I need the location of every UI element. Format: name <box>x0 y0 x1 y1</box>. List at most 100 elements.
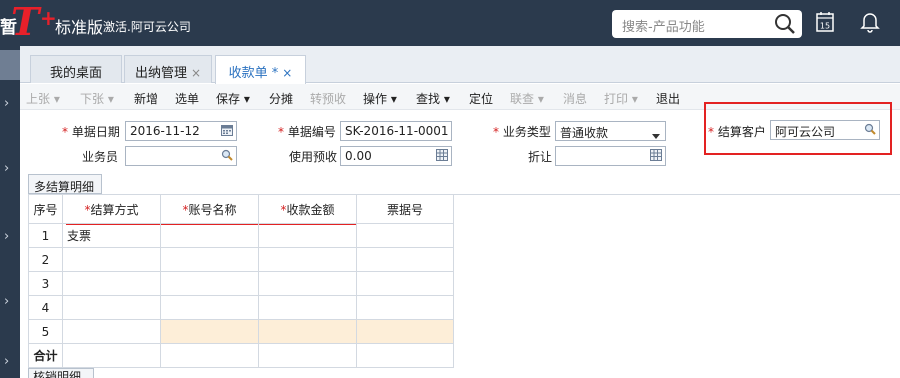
link-button[interactable]: 联查 ▾ <box>510 90 544 107</box>
account-name-cell[interactable] <box>160 223 259 248</box>
total-cell <box>258 343 357 368</box>
settlement-grid: 序号 *结算方式 *账号名称 *收款金额 票据号 1 支票 2 3 4 5 合计 <box>28 194 454 368</box>
table-row[interactable]: 2 <box>28 247 454 272</box>
bell-icon[interactable] <box>860 11 880 36</box>
account-name-cell[interactable] <box>160 295 259 320</box>
biztype-select[interactable]: 普通收款 <box>555 121 666 141</box>
prepay-label: 使用预收 <box>289 150 338 164</box>
bill-number-cell[interactable] <box>356 223 454 248</box>
settlement-method-cell[interactable] <box>62 295 161 320</box>
bill-number-cell[interactable] <box>356 295 454 320</box>
find-button[interactable]: 查找 ▾ <box>416 90 450 107</box>
tab-writeoff-detail[interactable]: 核销明细 <box>28 368 94 378</box>
row-number: 4 <box>28 295 63 320</box>
chevron-right-icon[interactable]: › <box>4 229 9 244</box>
search-input[interactable]: 搜索-产品功能 <box>622 16 705 35</box>
message-button[interactable]: 消息 <box>563 90 587 107</box>
amount-cell[interactable] <box>258 319 357 344</box>
account-name-cell[interactable] <box>160 319 259 344</box>
locate-button[interactable]: 定位 <box>469 90 493 107</box>
total-cell <box>356 343 454 368</box>
column-header: 序号 <box>28 194 63 224</box>
tab-label: 出纳管理 <box>134 66 187 81</box>
calendar-icon[interactable]: 15 <box>816 11 834 36</box>
row-number: 1 <box>28 223 63 248</box>
account-name-cell[interactable] <box>160 247 259 272</box>
salesman-label: 业务员 <box>82 150 119 164</box>
top-bar: 暂 T + 标准版 激活.阿可云公司 搜索-产品功能 15 <box>0 0 900 46</box>
salesman-field[interactable] <box>125 146 237 166</box>
grid-top-line <box>453 194 900 195</box>
biztype-label: * 业务类型 <box>493 125 551 139</box>
magnifier-icon[interactable] <box>221 149 233 164</box>
tab-multi-settlement[interactable]: 多结算明细 <box>28 174 102 194</box>
calendar-picker-icon[interactable] <box>221 124 233 139</box>
search-box[interactable]: 搜索-产品功能 <box>612 10 802 38</box>
tab-label: 核销明细 <box>33 370 82 378</box>
discount-label: 折让 <box>528 150 553 164</box>
total-cell <box>62 343 161 368</box>
tab-cashier-management[interactable]: 出纳管理 × <box>124 55 212 83</box>
prev-button[interactable]: 上张 ▾ <box>26 90 60 107</box>
table-row[interactable]: 1 支票 <box>28 223 454 248</box>
chevron-right-icon[interactable]: › <box>4 354 9 369</box>
close-icon[interactable]: × <box>282 66 292 80</box>
left-sidebar: › › › › › <box>0 46 20 378</box>
total-row: 合计 <box>28 343 454 368</box>
search-icon[interactable] <box>774 13 796 38</box>
table-row[interactable]: 3 <box>28 271 454 296</box>
customer-highlight-box <box>704 102 892 155</box>
exit-button[interactable]: 退出 <box>656 90 680 107</box>
close-icon[interactable]: × <box>191 66 201 80</box>
convert-prepay-button[interactable]: 转预收 <box>310 90 346 107</box>
bill-number-cell[interactable] <box>356 319 454 344</box>
column-header: *账号名称 <box>160 194 259 224</box>
next-button[interactable]: 下张 ▾ <box>80 90 114 107</box>
tab-label: 多结算明细 <box>34 180 95 194</box>
save-button[interactable]: 保存 ▾ <box>216 90 250 107</box>
number-field[interactable]: SK-2016-11-0001 <box>340 121 452 141</box>
pick-button[interactable]: 选单 <box>175 90 199 107</box>
add-button[interactable]: 新增 <box>134 90 158 107</box>
prepay-field[interactable]: 0.00 <box>340 146 452 166</box>
tab-bar: 我的桌面 出纳管理 × 收款单 * × <box>20 46 900 84</box>
chevron-right-icon[interactable]: › <box>4 294 9 309</box>
number-value: SK-2016-11-0001 <box>345 124 449 138</box>
date-label: * 单据日期 <box>62 125 120 139</box>
row-number: 2 <box>28 247 63 272</box>
split-button[interactable]: 分摊 <box>269 90 293 107</box>
settlement-method-cell[interactable] <box>62 247 161 272</box>
chevron-right-icon[interactable]: › <box>4 96 9 111</box>
settlement-method-cell[interactable] <box>62 319 161 344</box>
grid-picker-icon[interactable] <box>436 149 448 164</box>
chevron-down-icon[interactable] <box>652 128 660 142</box>
amount-cell[interactable] <box>258 295 357 320</box>
amount-cell[interactable] <box>258 223 357 248</box>
bill-number-cell[interactable] <box>356 247 454 272</box>
date-field[interactable]: 2016-11-12 <box>125 121 237 141</box>
row-number: 3 <box>28 271 63 296</box>
amount-cell[interactable] <box>258 247 357 272</box>
table-row[interactable]: 5 <box>28 319 454 344</box>
print-button[interactable]: 打印 ▾ <box>604 90 638 107</box>
amount-cell[interactable] <box>258 271 357 296</box>
tab-label: 我的桌面 <box>49 66 102 81</box>
discount-field[interactable] <box>555 146 666 166</box>
bill-number-cell[interactable] <box>356 271 454 296</box>
company-link[interactable]: 激活.阿可云公司 <box>103 18 191 35</box>
settlement-method-cell[interactable]: 支票 <box>62 223 161 248</box>
tab-label: 收款单 * <box>228 66 279 81</box>
edition-label: 标准版 <box>55 18 104 37</box>
sidebar-active-item[interactable] <box>0 50 20 80</box>
table-row[interactable]: 4 <box>28 295 454 320</box>
tab-receipt[interactable]: 收款单 * × <box>215 55 306 84</box>
account-name-cell[interactable] <box>160 271 259 296</box>
tab-my-desktop[interactable]: 我的桌面 <box>30 55 122 83</box>
chevron-right-icon[interactable]: › <box>4 161 9 176</box>
operate-button[interactable]: 操作 ▾ <box>363 90 397 107</box>
grid-header-row: 序号 *结算方式 *账号名称 *收款金额 票据号 <box>28 194 454 224</box>
date-value: 2016-11-12 <box>130 124 200 138</box>
settlement-method-cell[interactable] <box>62 271 161 296</box>
prepay-value: 0.00 <box>345 149 372 163</box>
grid-picker-icon[interactable] <box>650 149 662 164</box>
